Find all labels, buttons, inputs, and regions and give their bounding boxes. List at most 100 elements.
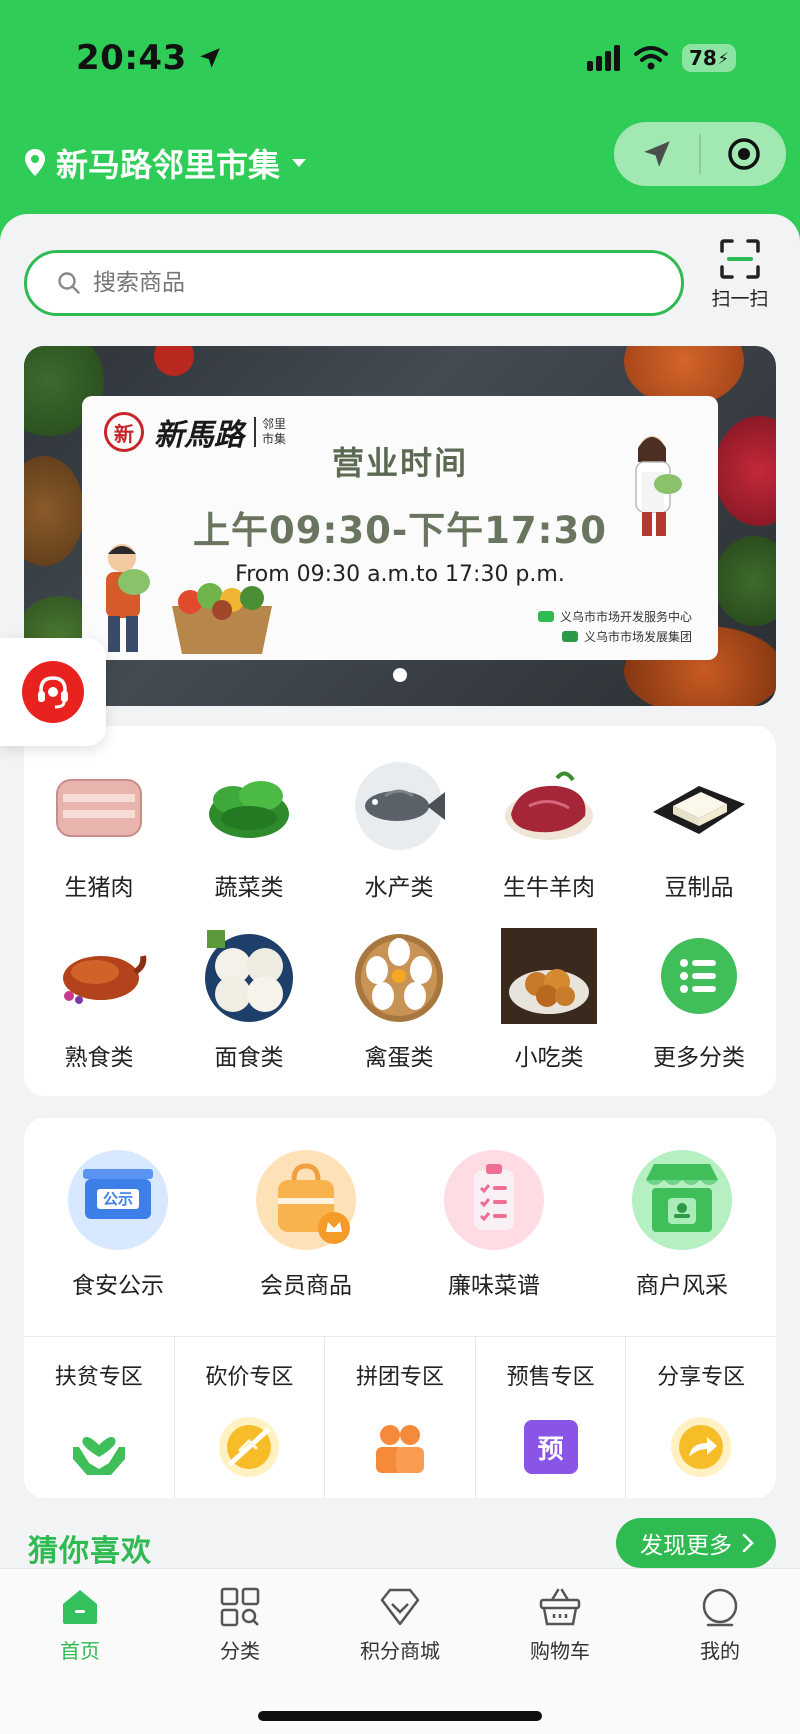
wifi-icon (634, 46, 668, 70)
location-actions (614, 122, 786, 186)
feature-panel: 公示 食安公示 会员商品 廉味菜谱 商户风采 扶贫专区 砍价专区 拼团专区 预售… (24, 1118, 776, 1498)
egg-icon (349, 926, 449, 1026)
zone-label: 拼团专区 (355, 1365, 444, 1390)
map-pin-icon (25, 149, 45, 176)
category-more[interactable]: 更多分类 (624, 926, 774, 1072)
business-hours-card: 新 新馬路 邻里 市集 营业时间 上午09:30-下午17:30 From 09… (82, 396, 718, 660)
bottom-tab-bar: 首页 分类 积分商城 购物车 我的 (0, 1568, 800, 1734)
category-label: 小吃类 (514, 1045, 584, 1071)
feature-member-goods[interactable]: 会员商品 (212, 1150, 400, 1300)
points-mall-icon (378, 1585, 422, 1629)
battery-level: 78 (688, 46, 717, 70)
bargain-icon (217, 1415, 281, 1479)
feature-food-safety[interactable]: 公示 食安公示 (24, 1150, 212, 1300)
customer-service-headset-icon (38, 676, 68, 709)
status-time-text: 20:43 (76, 38, 187, 78)
tab-points-mall[interactable]: 积分商城 (320, 1569, 480, 1679)
category-snack[interactable]: 小吃类 (474, 926, 624, 1072)
zone-group-buy[interactable]: 拼团专区 (325, 1337, 476, 1498)
status-bar: 20:43 78 ⚡ (0, 0, 800, 120)
home-icon (58, 1585, 102, 1629)
feature-label: 商户风采 (636, 1273, 728, 1299)
navigate-button[interactable] (614, 122, 699, 186)
category-label: 豆制品 (664, 875, 734, 901)
organizer-1-text: 义乌市市场开发服务中心 (559, 610, 692, 624)
category-seafood[interactable]: 水产类 (324, 756, 474, 902)
vendor-woman-illustration (635, 436, 682, 536)
tofu-icon (649, 756, 749, 856)
tab-cart[interactable]: 购物车 (480, 1569, 640, 1679)
battery-indicator: 78 ⚡ (682, 44, 736, 72)
zone-share[interactable]: 分享专区 (626, 1337, 776, 1498)
cellular-signal-icon (587, 45, 620, 71)
search-input[interactable] (93, 270, 633, 296)
group-buy-icon (368, 1415, 432, 1479)
fish-icon (349, 756, 449, 856)
tab-label: 分类 (220, 1639, 260, 1663)
feature-merchant[interactable]: 商户风采 (588, 1150, 776, 1300)
organizer-2: 义乌市市场发展集团 (561, 628, 692, 645)
home-indicator (258, 1711, 542, 1721)
helping-heart-icon (67, 1415, 131, 1479)
snack-icon (499, 926, 599, 1026)
scan-button[interactable]: 扫一扫 (704, 238, 776, 324)
category-label: 蔬菜类 (214, 875, 284, 901)
scan-label: 扫一扫 (711, 288, 769, 310)
organizer-2-text: 义乌市市场发展集团 (583, 630, 692, 644)
target-circle-icon (727, 138, 760, 170)
zone-label: 扶贫专区 (54, 1365, 143, 1390)
category-poultry-egg[interactable]: 禽蛋类 (324, 926, 474, 1072)
tab-label: 购物车 (530, 1639, 590, 1663)
category-pork[interactable]: 生猪肉 (24, 756, 174, 902)
storefront-icon (632, 1150, 732, 1250)
category-vegetable[interactable]: 蔬菜类 (174, 756, 324, 902)
tab-category[interactable]: 分类 (160, 1569, 320, 1679)
tab-label: 我的 (700, 1639, 740, 1663)
recipe-clipboard-icon (444, 1150, 544, 1250)
status-time: 20:43 (76, 38, 223, 78)
notice-board-icon: 公示 (68, 1150, 168, 1250)
share-icon (669, 1415, 733, 1479)
search-bar[interactable] (24, 250, 684, 316)
zone-bargain[interactable]: 砍价专区 (175, 1337, 326, 1498)
category-tofu[interactable]: 豆制品 (624, 756, 774, 902)
category-cooked-food[interactable]: 熟食类 (24, 926, 174, 1072)
category-beef-mutton[interactable]: 生牛羊肉 (474, 756, 624, 902)
cart-icon (538, 1585, 582, 1629)
status-icons: 78 ⚡ (587, 44, 736, 72)
noodle-icon (199, 926, 299, 1026)
zone-row: 扶贫专区 砍价专区 拼团专区 预售专区 预 分享专区 (24, 1336, 776, 1498)
tab-label: 积分商城 (360, 1639, 440, 1663)
location-selector[interactable]: 新马路邻里市集 (24, 140, 308, 186)
scan-icon (720, 239, 760, 279)
pork-icon (49, 756, 149, 856)
recommend-title: 猜你喜欢 (28, 1534, 152, 1569)
category-label: 生猪肉 (64, 875, 134, 901)
promo-banner[interactable]: 新 新馬路 邻里 市集 营业时间 上午09:30-下午17:30 From 09… (24, 346, 776, 706)
main-content: 扫一扫 新 新馬路 邻里 市集 营业时间 上午09:30-下午17:30 Fro… (0, 214, 800, 1574)
zone-label: 分享专区 (657, 1365, 746, 1390)
zone-presale[interactable]: 预售专区 预 (476, 1337, 627, 1498)
category-noodle[interactable]: 面食类 (174, 926, 324, 1072)
feature-label: 会员商品 (260, 1273, 352, 1299)
target-button[interactable] (701, 122, 786, 186)
organizer-1: 义乌市市场开发服务中心 (537, 608, 692, 625)
carousel-indicator[interactable] (393, 668, 407, 682)
tab-home[interactable]: 首页 (0, 1569, 160, 1679)
feature-label: 廉味菜谱 (448, 1273, 540, 1299)
discover-more-button[interactable]: 发现更多 (616, 1518, 776, 1568)
member-bag-icon (256, 1150, 356, 1250)
tab-label: 首页 (60, 1639, 100, 1663)
vendor-carrying-basket-illustration (106, 544, 272, 654)
category-label: 生牛羊肉 (503, 875, 595, 901)
location-name: 新马路邻里市集 (56, 146, 281, 184)
zone-label: 砍价专区 (205, 1365, 294, 1390)
tab-profile[interactable]: 我的 (640, 1569, 800, 1679)
vegetable-icon (199, 756, 299, 856)
profile-icon (698, 1585, 742, 1629)
zone-poverty-relief[interactable]: 扶贫专区 (24, 1337, 175, 1498)
feature-recipe[interactable]: 廉味菜谱 (400, 1150, 588, 1300)
customer-service-button[interactable] (0, 638, 106, 746)
category-grid-icon (218, 1585, 262, 1629)
presale-icon: 预 (519, 1415, 583, 1479)
